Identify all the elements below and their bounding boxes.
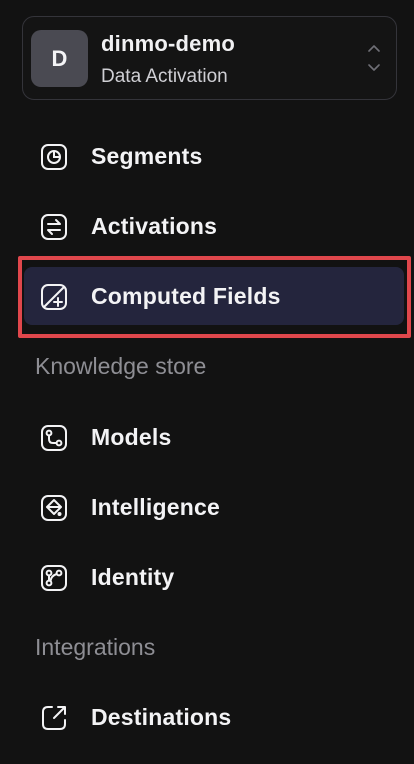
chevron-up-down-icon [368, 41, 380, 75]
nav-item-computed-fields[interactable]: Computed Fields [24, 267, 404, 325]
workspace-switcher[interactable]: D dinmo-demo Data Activation [22, 16, 397, 100]
nav-item-models[interactable]: Models [24, 408, 404, 466]
nav-label-segments: Segments [91, 143, 203, 169]
nav-item-identity[interactable]: Identity [24, 548, 404, 606]
nav-label-destinations: Destinations [91, 704, 232, 730]
nav-label-identity: Identity [91, 564, 175, 590]
section-title-integrations: Integrations [35, 634, 156, 660]
workspace-name: dinmo-demo [101, 31, 235, 56]
nav-label-models: Models [91, 424, 172, 450]
section-title-knowledge-store: Knowledge store [35, 353, 207, 379]
nav-item-segments[interactable]: Segments [24, 127, 404, 185]
nav-label-computed-fields: Computed Fields [91, 283, 281, 309]
arrows-exchange-icon [40, 213, 68, 241]
nav-item-activations[interactable]: Activations [24, 197, 404, 255]
nav-label-intelligence: Intelligence [91, 494, 220, 520]
workspace-subtitle: Data Activation [101, 66, 228, 87]
sidebar: D dinmo-demo Data Activation Segments Ac… [0, 0, 414, 764]
computed-field-icon [40, 283, 68, 311]
nav-item-intelligence[interactable]: Intelligence [24, 478, 404, 536]
identity-graph-icon [40, 564, 68, 592]
intelligence-icon [40, 494, 68, 522]
external-link-icon [40, 704, 68, 732]
model-graph-icon [40, 424, 68, 452]
nav-item-destinations[interactable]: Destinations [24, 688, 404, 746]
pie-chart-icon [40, 143, 68, 171]
nav-label-activations: Activations [91, 213, 218, 239]
workspace-avatar: D [31, 30, 88, 87]
